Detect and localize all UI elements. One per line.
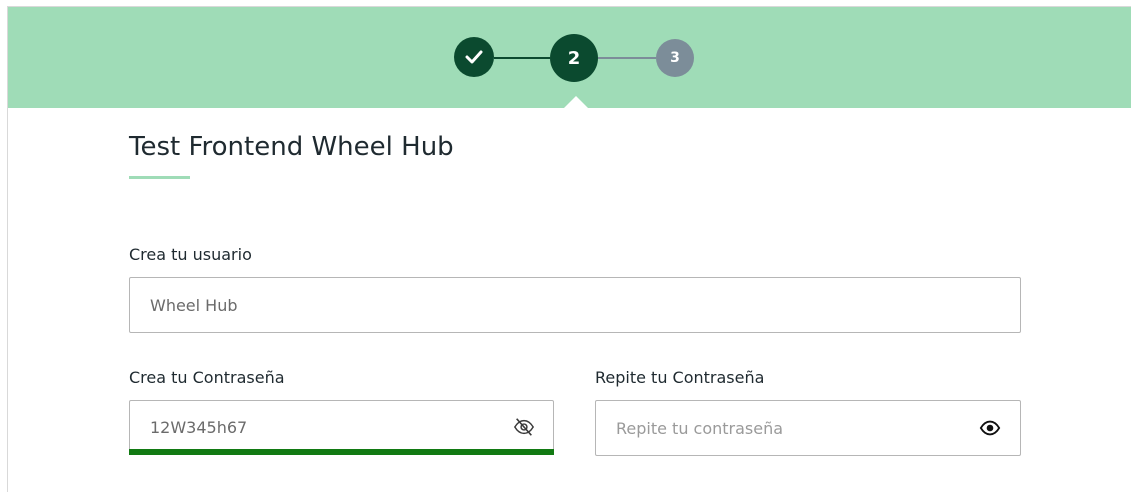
eye-off-icon xyxy=(513,418,535,436)
password-label: Crea tu Contraseña xyxy=(129,368,285,387)
step-1-completed[interactable] xyxy=(454,37,494,77)
username-input[interactable]: Wheel Hub xyxy=(129,277,1021,333)
step-3-pending: 3 xyxy=(656,39,694,77)
username-value: Wheel Hub xyxy=(150,295,238,315)
password-value: 12W345h67 xyxy=(150,417,248,437)
step-3-number: 3 xyxy=(670,50,680,66)
check-icon xyxy=(465,50,483,64)
repeat-password-visibility-toggle[interactable] xyxy=(979,417,1001,439)
title-underline xyxy=(129,176,190,179)
repeat-password-input[interactable]: Repite tu contraseña xyxy=(595,400,1021,456)
repeat-password-placeholder: Repite tu contraseña xyxy=(616,418,784,438)
eye-icon xyxy=(979,420,1001,436)
stepper-connector-1 xyxy=(494,57,550,59)
form-title: Test Frontend Wheel Hub xyxy=(129,132,454,162)
password-visibility-toggle[interactable] xyxy=(513,416,535,438)
repeat-password-label: Repite tu Contraseña xyxy=(595,368,765,387)
username-label: Crea tu usuario xyxy=(129,245,252,264)
step-2-number: 2 xyxy=(567,47,581,69)
password-strength-bar xyxy=(129,449,554,455)
active-step-notch xyxy=(564,96,588,108)
stepper-connector-2 xyxy=(598,57,656,59)
step-2-active: 2 xyxy=(550,34,598,82)
password-input[interactable]: 12W345h67 xyxy=(129,400,554,454)
